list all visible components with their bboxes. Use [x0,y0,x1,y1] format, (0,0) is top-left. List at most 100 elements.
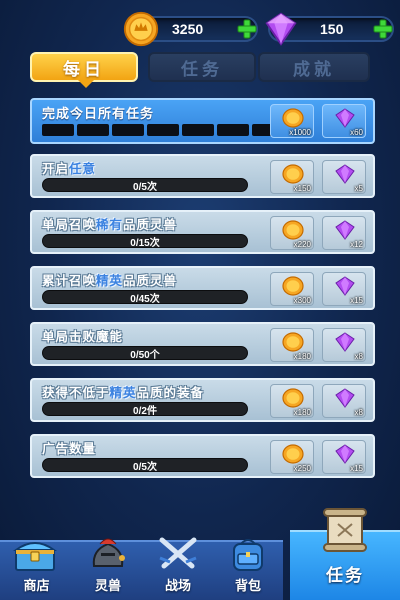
quest-title: 累计召唤精英品质灵兽 [42,270,177,289]
gem-reward[interactable]: x5 [322,160,366,194]
quest-card: 获得不低于精英品质的装备 0/2件 x180 x8 [30,378,375,422]
quest-progress-bar: 0/15次 [42,234,248,249]
reward-quantity: x8 [354,408,363,417]
progress-segment [147,124,179,136]
knight-beast-icon [92,538,125,567]
quest-card: 单局召唤稀有品质灵兽 0/15次 x220 x12 [30,210,375,254]
progress-segment [112,124,144,136]
gem-icon [335,276,355,296]
progress-segment [217,124,249,136]
quest-progress-bar: 0/2件 [42,402,248,417]
plus-icon [373,19,393,39]
progress-segment [182,124,214,136]
tab-tasks[interactable]: 任务 [148,52,256,82]
quest-card: 累计召唤精英品质灵兽 0/45次 x300 x15 [30,266,375,310]
tab-achievements[interactable]: 成就 [258,52,370,82]
reward-quantity: x5 [354,184,363,193]
gem-counter: 150 [265,12,396,46]
gem-icon [335,388,355,408]
gem-icon [335,220,355,240]
coin-reward[interactable]: x220 [270,216,314,250]
coin-reward[interactable]: x300 [270,272,314,306]
reward-quantity: x300 [293,296,311,305]
quest-title-text: 品质灵兽 [123,273,178,288]
coin-reward[interactable]: x180 [270,328,314,362]
quest-progress-text: 0/15次 [130,237,160,249]
coin-counter: 3250 [123,11,260,47]
reward-quantity: x8 [354,352,363,361]
coin-icon [282,444,304,464]
backpack-icon [233,539,263,571]
progress-segment [42,124,74,136]
quest-title-text: 广告数量 [42,441,97,456]
quest-title: 单局击败魔能 [42,326,123,345]
gem-reward[interactable]: x12 [322,216,366,250]
bottom-navigation: 商店 灵兽 战场 背包 任务 [0,508,400,600]
nav-label: 背包 [234,579,261,594]
nav-label: 任务 [326,566,364,586]
reward-quantity: x15 [350,296,363,305]
add-gems-button[interactable] [370,16,396,42]
quest-card: 单局击败魔能 0/50个 x180 x8 [30,322,375,366]
coin-reward[interactable]: x180 [270,384,314,418]
quest-title-keyword: 任意 [69,161,97,176]
gem-icon [335,332,355,352]
plus-icon [237,19,257,39]
quest-title: 广告数量 [42,438,96,457]
coin-icon [282,108,304,128]
gem-icon [265,12,297,46]
quest-card: 开启任意 0/5次 x150 x5 [30,154,375,198]
quest-title-keyword: 稀有 [96,217,124,232]
quest-progress-text: 0/5次 [133,181,157,193]
reward-quantity: x250 [293,464,311,473]
reward-quantity: x220 [293,240,311,249]
coin-reward[interactable]: x1000 [270,104,314,138]
daily-complete-all-quest: 完成今日所有任务 x1000 x60 [30,98,375,144]
coin-icon [282,164,304,184]
reward-quantity: x15 [350,464,363,473]
gem-icon [335,108,355,128]
coin-icon [123,11,159,47]
nav-label: 战场 [164,579,191,594]
gem-reward[interactable]: x8 [322,328,366,362]
quest-title: 获得不低于精英品质的装备 [42,382,204,401]
gem-icon [335,444,355,464]
reward-quantity: x60 [350,128,363,137]
reward-quantity: x12 [350,240,363,249]
progress-segment [77,124,109,136]
quest-title-text: 累计召唤 [42,273,97,288]
quest-title-text: 获得不低于 [42,385,110,400]
segmented-progress-bar [42,124,284,136]
quest-progress-text: 0/2件 [133,405,157,417]
gem-reward[interactable]: x15 [322,440,366,474]
gem-reward[interactable]: x8 [322,384,366,418]
coin-icon [282,276,304,296]
nav-quests[interactable]: 任务 [290,508,400,600]
coin-icon [282,220,304,240]
tab-daily[interactable]: 每日 [30,52,138,88]
quest-title-keyword: 精英 [96,273,124,288]
currency-bar: 3250 150 [0,8,400,48]
quest-progress-bar: 0/5次 [42,458,248,473]
nav-backpack[interactable]: 背包 [213,539,283,600]
crossed-swords-icon [159,537,197,569]
reward-quantity: x180 [293,408,311,417]
scroll-icon [323,508,367,552]
quest-progress-text: 0/50个 [130,349,160,361]
nav-shop[interactable]: 商店 [0,540,73,600]
quest-title: 单局召唤稀有品质灵兽 [42,214,177,233]
add-coins-button[interactable] [234,16,260,42]
quest-title-text: 单局召唤 [42,217,97,232]
quest-progress-text: 0/45次 [130,293,160,305]
quest-title-text: 品质灵兽 [123,217,178,232]
coin-icon [282,388,304,408]
coin-amount: 3250 [172,21,204,37]
reward-quantity: x1000 [289,128,311,137]
gem-reward[interactable]: x60 [322,104,366,138]
nav-beasts[interactable]: 灵兽 [73,538,143,600]
quest-tabs: 每日 任务 成就 [30,52,375,88]
nav-battlefield[interactable]: 战场 [143,537,213,600]
coin-reward[interactable]: x250 [270,440,314,474]
coin-reward[interactable]: x150 [270,160,314,194]
gem-reward[interactable]: x15 [322,272,366,306]
